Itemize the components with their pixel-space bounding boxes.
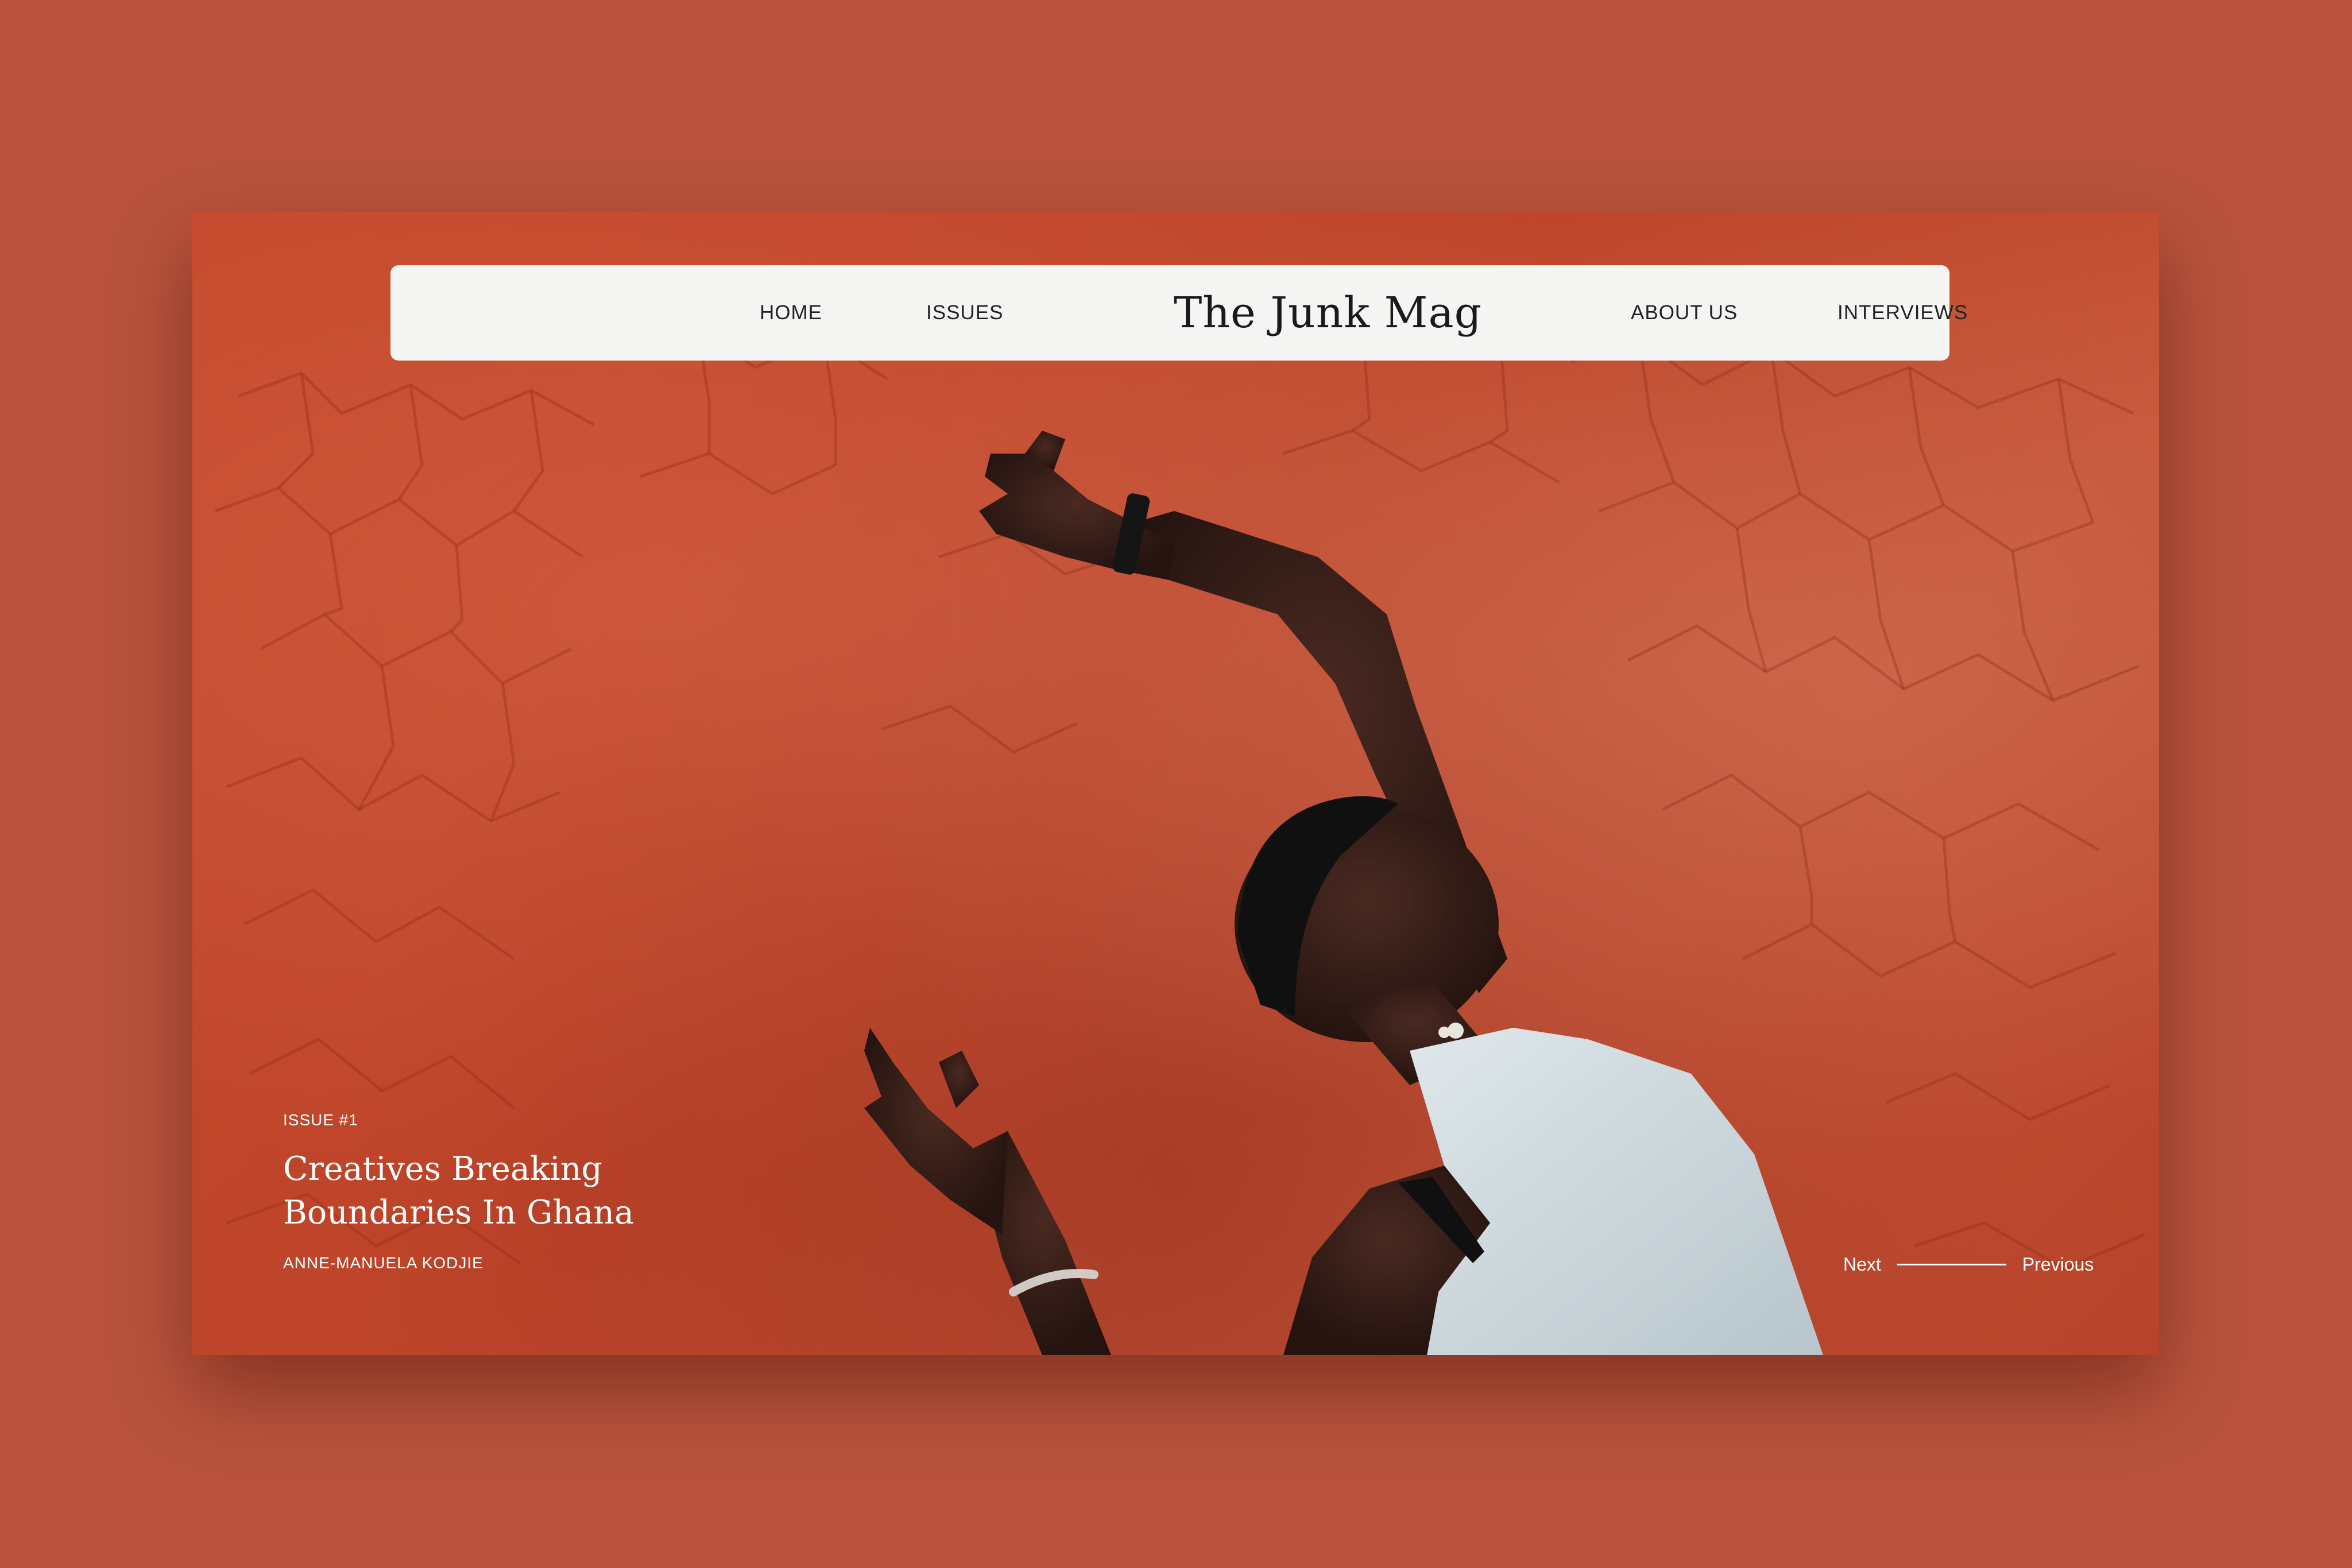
slide-pager: Next Previous — [1843, 1253, 2094, 1276]
headline-line-2: Boundaries In Ghana — [283, 1194, 634, 1232]
nav-home-link[interactable]: HOME — [760, 265, 822, 361]
top-navbar: HOME ISSUES The Junk Mag ABOUT US INTERV… — [390, 265, 1967, 361]
issue-label: ISSUE #1 — [283, 1111, 358, 1129]
brand-logo[interactable]: The Junk Mag — [1174, 265, 1482, 361]
author-name: ANNE-MANUELA KODJIE — [283, 1254, 483, 1272]
previous-button[interactable]: Previous — [2022, 1254, 2094, 1275]
hero-frame: HOME ISSUES The Junk Mag ABOUT US INTERV… — [192, 212, 2159, 1355]
nav-interviews-link[interactable]: INTERVIEWS — [1838, 265, 1968, 361]
nav-about-us-link[interactable]: ABOUT US — [1631, 265, 1738, 361]
hero-headline[interactable]: Creatives Breaking Boundaries In Ghana — [283, 1147, 742, 1234]
next-button[interactable]: Next — [1843, 1254, 1881, 1275]
headline-line-1: Creatives Breaking — [283, 1150, 602, 1188]
nav-issues-link[interactable]: ISSUES — [926, 265, 1003, 361]
pager-divider — [1897, 1263, 2006, 1265]
